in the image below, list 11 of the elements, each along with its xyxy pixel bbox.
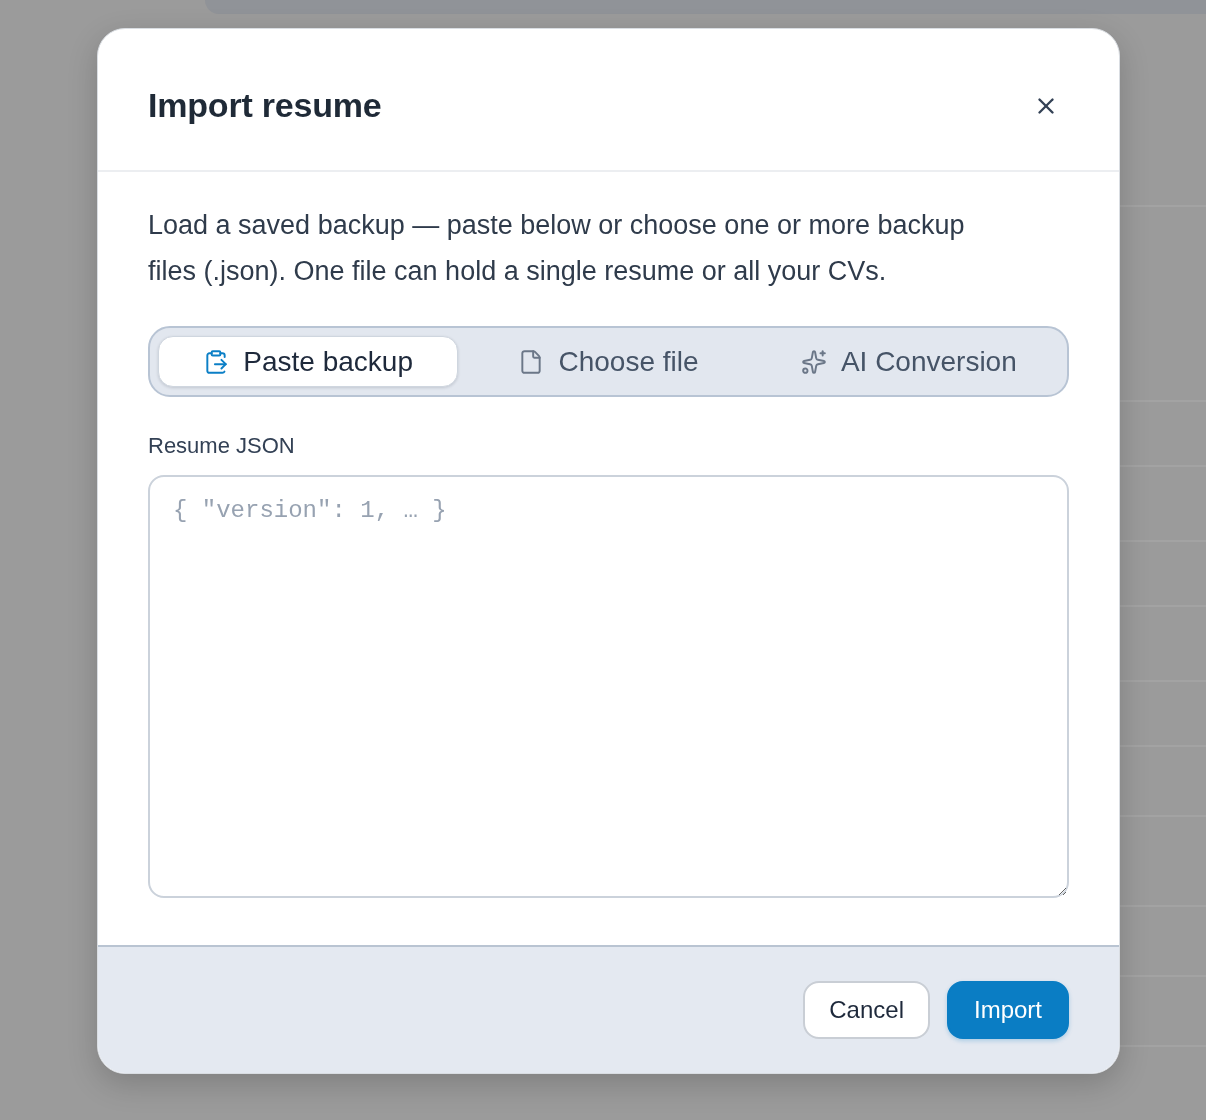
source-tab[interactable]: Paste backup (158, 336, 459, 387)
sparkles-icon (800, 348, 827, 375)
source-tab[interactable]: AI Conversion (758, 336, 1059, 387)
import-button[interactable]: Import (947, 981, 1069, 1039)
source-tab[interactable]: Choose file (458, 336, 759, 387)
cancel-button[interactable]: Cancel (803, 981, 930, 1039)
clipboard-arrow-icon (203, 348, 230, 375)
dialog-title: Import resume (148, 86, 382, 125)
json-input-field[interactable]: { "version": 1, … } (148, 475, 1069, 898)
dialog-description: Load a saved backup — paste below or choose one or more backup files (.json). One file can hold a single resume or all your CVs. (148, 209, 966, 288)
field-label: Resume JSON (148, 433, 295, 459)
